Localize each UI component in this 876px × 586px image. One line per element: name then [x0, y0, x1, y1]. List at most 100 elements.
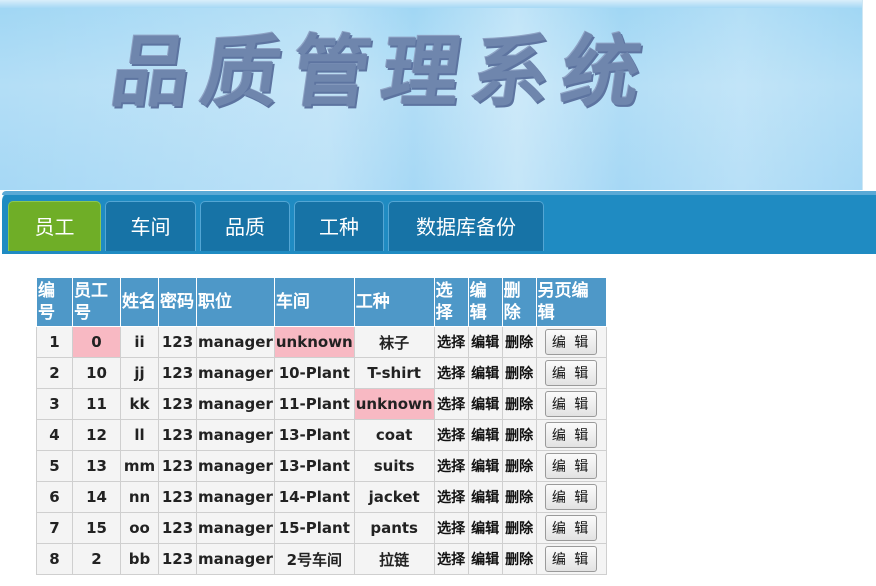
cell-emp-id: 13 — [86, 457, 107, 475]
delete-link[interactable]: 删除 — [505, 490, 533, 506]
col-header-position: 职位 — [196, 277, 275, 327]
page-edit-button[interactable]: 编 辑 — [544, 515, 598, 541]
edit-link[interactable]: 编辑 — [471, 459, 499, 475]
cell-position-cell: manager — [196, 481, 275, 513]
select-link-cell: 选择 — [433, 419, 469, 451]
cell-password: 123 — [161, 395, 194, 413]
tab-employee[interactable]: 员工 — [8, 201, 101, 251]
cell-position: manager — [198, 457, 273, 475]
select-link[interactable]: 选择 — [437, 521, 465, 537]
col-header-page-edit: 另页编辑 — [535, 277, 607, 327]
cell-position-cell: manager — [196, 357, 275, 389]
delete-link-cell: 删除 — [501, 512, 537, 544]
table-row: 5 13 mm 123 manager 13-Plant suits 选择 编辑 删除编 辑 — [36, 450, 607, 482]
cell-password-cell: 123 — [158, 512, 197, 544]
select-link[interactable]: 选择 — [437, 335, 465, 351]
delete-link[interactable]: 删除 — [505, 521, 533, 537]
edit-link[interactable]: 编辑 — [471, 521, 499, 537]
cell-position: manager — [198, 395, 273, 413]
page-edit-button[interactable]: 编 辑 — [544, 546, 598, 572]
select-link[interactable]: 选择 — [437, 397, 465, 413]
cell-password: 123 — [161, 426, 194, 444]
cell-emp-id-cell: 2 — [72, 543, 121, 575]
cell-position-cell: manager — [196, 419, 275, 451]
cell-workshop-cell: 15-Plant — [273, 512, 355, 544]
select-link[interactable]: 选择 — [437, 366, 465, 382]
page-edit-button[interactable]: 编 辑 — [544, 360, 598, 386]
select-link-cell: 选择 — [433, 326, 469, 358]
cell-name: oo — [129, 519, 150, 537]
select-link-cell: 选择 — [433, 512, 469, 544]
select-link[interactable]: 选择 — [437, 552, 465, 568]
cell-emp-id: 12 — [86, 426, 107, 444]
cell-worktype-cell: pants — [353, 512, 435, 544]
delete-link[interactable]: 删除 — [505, 397, 533, 413]
app-title: 品质管理系统 — [105, 28, 659, 118]
cell-workshop: 14-Plant — [278, 488, 350, 506]
cell-workshop-cell: 13-Plant — [273, 450, 355, 482]
edit-link[interactable]: 编辑 — [471, 366, 499, 382]
edit-link-cell: 编辑 — [467, 419, 503, 451]
select-link[interactable]: 选择 — [437, 428, 465, 444]
page-edit-button[interactable]: 编 辑 — [544, 329, 598, 355]
page-edit-button[interactable]: 编 辑 — [544, 484, 598, 510]
cell-name: mm — [123, 457, 156, 475]
cell-emp-id-cell: 12 — [72, 419, 121, 451]
delete-link[interactable]: 删除 — [505, 552, 533, 568]
edit-link[interactable]: 编辑 — [471, 428, 499, 444]
cell-emp-id: 14 — [86, 488, 107, 506]
edit-link-cell: 编辑 — [467, 357, 503, 389]
cell-no: 3 — [49, 395, 60, 413]
cell-name: ii — [134, 333, 145, 351]
page-edit-button-cell: 编 辑 — [535, 419, 607, 451]
table-row: 3 11 kk 123 manager 11-Plant unknown 选择 编辑 删除编 辑 — [36, 388, 607, 420]
cell-position: manager — [198, 333, 273, 351]
cell-emp-id: 15 — [86, 519, 107, 537]
cell-no-cell: 1 — [36, 326, 73, 358]
cell-emp-id-cell: 13 — [72, 450, 121, 482]
cell-worktype: jacket — [368, 488, 420, 506]
col-header-emp-id: 员工号 — [72, 277, 121, 327]
delete-link[interactable]: 删除 — [505, 335, 533, 351]
cell-workshop-cell: 2号车间 — [273, 543, 355, 575]
cell-workshop: 13-Plant — [278, 426, 350, 444]
cell-no-cell: 3 — [36, 388, 73, 420]
tab-db-backup[interactable]: 数据库备份 — [388, 201, 544, 251]
page-edit-button[interactable]: 编 辑 — [544, 422, 598, 448]
cell-password: 123 — [161, 550, 194, 568]
cell-workshop: 11-Plant — [278, 395, 350, 413]
cell-worktype: pants — [370, 519, 418, 537]
cell-name-cell: jj — [120, 357, 159, 389]
cell-worktype-cell: T-shirt — [353, 357, 435, 389]
delete-link[interactable]: 删除 — [505, 366, 533, 382]
tab-worktype[interactable]: 工种 — [294, 201, 384, 251]
edit-link[interactable]: 编辑 — [471, 490, 499, 506]
employee-table: 编号 员工号 姓名 密码 职位 车间 工种 选择 编辑 删除 另页编辑 1 0 ii… — [36, 277, 607, 575]
edit-link[interactable]: 编辑 — [471, 552, 499, 568]
table-row: 4 12 ll 123 manager 13-Plant coat 选择 编辑 删除编 辑 — [36, 419, 607, 451]
cell-workshop-cell: 14-Plant — [273, 481, 355, 513]
tab-workshop[interactable]: 车间 — [105, 201, 196, 251]
cell-password-cell: 123 — [158, 388, 197, 420]
edit-link[interactable]: 编辑 — [471, 397, 499, 413]
edit-link[interactable]: 编辑 — [471, 335, 499, 351]
cell-workshop: 10-Plant — [278, 364, 350, 382]
select-link[interactable]: 选择 — [437, 459, 465, 475]
page-edit-button[interactable]: 编 辑 — [544, 391, 598, 417]
cell-password: 123 — [161, 488, 194, 506]
delete-link-cell: 删除 — [501, 450, 537, 482]
delete-link[interactable]: 删除 — [505, 428, 533, 444]
select-link-cell: 选择 — [433, 357, 469, 389]
cell-no: 6 — [49, 488, 60, 506]
delete-link-cell: 删除 — [501, 326, 537, 358]
tab-quality[interactable]: 品质 — [200, 201, 290, 251]
cell-worktype: suits — [373, 457, 415, 475]
table-row: 1 0 ii 123 manager unknown 袜子 选择 编辑 删除编 辑 — [36, 326, 607, 358]
cell-password-cell: 123 — [158, 543, 197, 575]
select-link-cell: 选择 — [433, 481, 469, 513]
page-edit-button-cell: 编 辑 — [535, 326, 607, 358]
page-edit-button[interactable]: 编 辑 — [544, 453, 598, 479]
delete-link[interactable]: 删除 — [505, 459, 533, 475]
select-link[interactable]: 选择 — [437, 490, 465, 506]
cell-position-cell: manager — [196, 512, 275, 544]
